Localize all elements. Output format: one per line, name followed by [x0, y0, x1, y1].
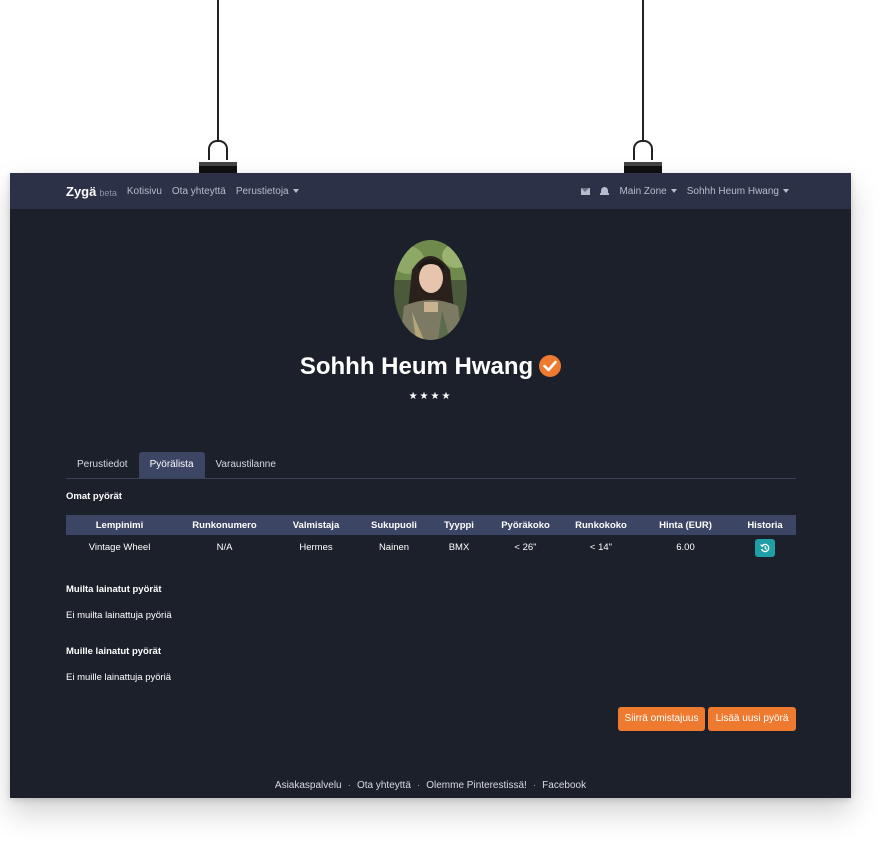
- own-bikes-title: Omat pyörät: [66, 491, 122, 502]
- transfer-ownership-button[interactable]: Siirrä omistajuus: [618, 707, 705, 731]
- footer-link-contact[interactable]: Ota yhteyttä: [357, 780, 411, 791]
- footer-link-customer-service[interactable]: Asiakaspalvelu: [275, 780, 342, 791]
- navbar-right: Main Zone Sohhh Heum Hwang: [581, 173, 789, 209]
- zone-dropdown[interactable]: Main Zone: [619, 185, 677, 197]
- history-icon: [760, 543, 770, 552]
- profile-name-row: Sohhh Heum Hwang: [10, 353, 851, 381]
- tab-basic-info[interactable]: Perustiedot: [66, 452, 139, 478]
- user-dropdown[interactable]: Sohhh Heum Hwang: [687, 186, 789, 197]
- verified-check-icon: [539, 355, 562, 377]
- chevron-down-icon: [292, 188, 299, 193]
- chevron-down-icon: [783, 188, 789, 193]
- bike-frame-number: N/A: [216, 542, 233, 553]
- table-header-row: Lempinimi Runkonumero Valmistaja Sukupuo…: [66, 515, 796, 535]
- column-header: Valmistaja: [276, 515, 356, 535]
- avatar: [394, 240, 467, 340]
- zone-dropdown-label: Main Zone: [619, 185, 667, 197]
- borrowed-from-others-title: Muilta lainatut pyörät: [66, 584, 162, 595]
- footer-link-facebook[interactable]: Facebook: [542, 780, 586, 791]
- hanging-wire-left: [217, 0, 219, 140]
- lent-to-others-title: Muille lainatut pyörät: [66, 646, 162, 657]
- footer-separator: ·: [532, 780, 537, 791]
- footer-link-pinterest[interactable]: Olemme Pinterestissä!: [426, 780, 527, 791]
- user-dropdown-label: Sohhh Heum Hwang: [686, 185, 779, 197]
- footer-separator: ·: [416, 780, 421, 791]
- borrowed-from-others-empty: Ei muilta lainattuja pyöriä: [66, 610, 172, 621]
- nav-link-home[interactable]: Kotisivu: [127, 186, 162, 197]
- nav-link-contact[interactable]: Ota yhteyttä: [172, 186, 226, 197]
- chevron-down-icon: [670, 188, 677, 193]
- footer-links: Asiakaspalvelu · Ota yhteyttä · Olemme Pinte…: [10, 780, 851, 791]
- tab-bike-list[interactable]: Pyörälista: [138, 452, 205, 478]
- bike-nickname: Vintage Wheel: [88, 542, 151, 553]
- history-button[interactable]: [755, 538, 775, 557]
- top-navbar: Zygä beta Kotisivu Ota yhteyttä Perustiet…: [10, 173, 851, 209]
- nav-dropdown-info[interactable]: Perustietoja: [236, 186, 299, 197]
- profile-tabs: Perustiedot Pyörälista Varaustilanne: [66, 452, 796, 479]
- mail-icon[interactable]: [581, 187, 591, 195]
- rating-stars: ★★★★: [408, 391, 453, 402]
- column-header: Runkokoko: [565, 515, 637, 535]
- nav-dropdown-info-label: Perustietoja: [235, 185, 289, 197]
- bike-type: BMX: [448, 542, 470, 553]
- own-bikes-table: Lempinimi Runkonumero Valmistaja Sukupuo…: [66, 515, 796, 560]
- column-header: Hinta (EUR): [637, 515, 734, 535]
- brand-beta-tag: beta: [99, 187, 117, 198]
- lent-to-others-empty: Ei muille lainattuja pyöriä: [66, 672, 172, 683]
- page-screenshot: Zygä beta Kotisivu Ota yhteyttä Perustiet…: [10, 173, 851, 798]
- column-header: Tyyppi: [432, 515, 486, 535]
- hanging-wire-right: [642, 0, 644, 140]
- table-row: Vintage Wheel N/A Hermes Nainen BMX < 26…: [66, 535, 796, 560]
- tab-reservations[interactable]: Varaustilanne: [205, 452, 287, 478]
- bell-icon[interactable]: [600, 186, 610, 196]
- bike-manufacturer: Hermes: [299, 542, 333, 553]
- bike-gender: Nainen: [378, 542, 410, 553]
- profile-name: Sohhh Heum Hwang: [299, 353, 534, 380]
- add-new-bike-button[interactable]: Lisää uusi pyörä: [708, 707, 796, 731]
- bike-wheel-size: < 26": [514, 542, 537, 553]
- column-header: Lempinimi: [66, 515, 173, 535]
- brand-logo[interactable]: Zygä beta: [66, 184, 117, 199]
- brand-name: Zygä: [66, 183, 97, 199]
- bike-frame-size: < 14": [589, 542, 613, 553]
- bike-history-cell: [734, 535, 796, 560]
- footer-separator: ·: [347, 780, 351, 791]
- bike-price: 6.00: [676, 542, 695, 553]
- navbar-left: Zygä beta Kotisivu Ota yhteyttä Perustiet…: [66, 173, 299, 209]
- column-header: Historia: [734, 515, 796, 535]
- column-header: Pyöräkoko: [486, 515, 565, 535]
- column-header: Runkonumero: [173, 515, 276, 535]
- column-header: Sukupuoli: [356, 515, 432, 535]
